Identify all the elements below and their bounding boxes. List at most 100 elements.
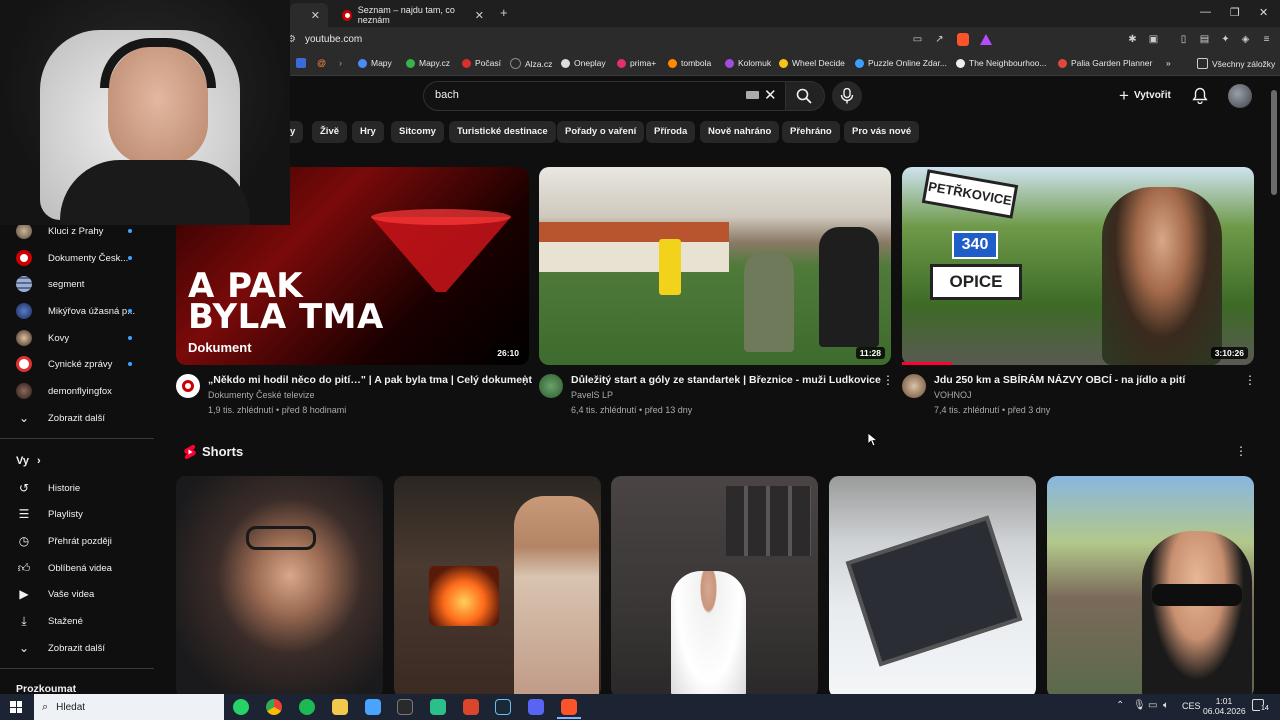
search-button[interactable] (785, 81, 825, 111)
bookmark-palia[interactable]: Palia Garden Planner (1058, 58, 1152, 68)
windows-start-icon[interactable] (10, 701, 22, 713)
close-window-icon[interactable]: ✕ (1259, 6, 1268, 19)
video-title[interactable]: „Někdo mi hodil něco do pití…" | A pak b… (208, 374, 532, 386)
microphone-icon[interactable]: 🎙︎ (1133, 700, 1146, 711)
sidebar-subscription[interactable]: segment (0, 271, 154, 297)
tab-seznam[interactable]: Seznam – najdu tam, co neznám ✕ (332, 3, 492, 27)
sidebar-subscription[interactable]: Kovy (0, 325, 154, 351)
short-thumbnail[interactable] (1047, 476, 1254, 698)
new-tab-button[interactable]: + (500, 5, 508, 20)
discord-icon[interactable] (528, 699, 544, 715)
more-actions-icon[interactable]: ⋮ (1244, 373, 1256, 387)
account-avatar[interactable] (1228, 84, 1252, 108)
tab-youtube[interactable]: ✕ (290, 3, 328, 27)
sidebar-item-your-videos[interactable]: ▶ Vaše videa (0, 581, 154, 607)
bookmark-tombola[interactable]: tombola (668, 58, 711, 68)
bookmark-icon[interactable]: › (339, 58, 342, 68)
short-thumbnail[interactable] (176, 476, 383, 698)
search-input[interactable]: bach ✕ (423, 81, 786, 111)
brave-rewards-icon[interactable] (980, 34, 992, 45)
bookmark-oneplay[interactable]: Oneplay (561, 58, 606, 68)
more-actions-icon[interactable]: ⋮ (519, 373, 531, 387)
all-bookmarks-button[interactable]: Všechny záložky (1197, 58, 1275, 69)
short-thumbnail[interactable] (611, 476, 818, 698)
video-title[interactable]: Důležitý start a góly ze standartek | Bř… (571, 374, 881, 386)
share-icon[interactable]: ↗ (934, 34, 945, 45)
spotify-icon[interactable] (299, 699, 315, 715)
create-button[interactable]: + Vytvořit (1119, 84, 1171, 106)
app-icon[interactable] (365, 699, 381, 715)
cast-icon[interactable]: ▭ (912, 34, 923, 45)
clear-search-icon[interactable]: ✕ (764, 86, 777, 104)
language-indicator[interactable]: CES (1182, 701, 1201, 711)
brave-shield-icon[interactable] (957, 33, 969, 46)
chrome-icon[interactable] (266, 699, 282, 715)
bookmark-pocasi[interactable]: Počasí (462, 58, 501, 68)
app-icon[interactable] (463, 699, 479, 715)
video-thumbnail[interactable]: 11:28 (539, 167, 891, 365)
bookmark-mapy-cz[interactable]: Mapy.cz (406, 58, 450, 68)
chip-turisticke-destinace[interactable]: Turistické destinace (449, 121, 556, 143)
sidebar-subscription[interactable]: demonflyingfox (0, 378, 154, 404)
network-icon[interactable]: ▭ (1148, 700, 1157, 711)
chip-hry[interactable]: Hry (352, 121, 384, 143)
sidebar-item-historie[interactable]: ↺ Historie (0, 475, 154, 501)
channel-avatar[interactable] (176, 374, 200, 398)
voice-search-button[interactable] (832, 81, 862, 111)
sidebar-subscription[interactable]: Cynické zprávy (0, 351, 154, 377)
video-thumbnail[interactable]: PETŘKOVICE 340 OPICE 3:10:26 (902, 167, 1254, 365)
vpn-icon[interactable]: ◈ (1240, 34, 1251, 45)
bookmark-mapy[interactable]: Mapy (358, 58, 392, 68)
tray-chevron-icon[interactable]: ⌃ (1116, 700, 1124, 711)
wallet-icon[interactable]: ▤ (1199, 34, 1210, 45)
bookmark-wheel-decide[interactable]: Wheel Decide (779, 58, 845, 68)
sidebar-item-downloads[interactable]: ⤓ Stažené (0, 608, 154, 634)
chip-sitcomy[interactable]: Sitcomy (391, 121, 444, 143)
channel-avatar[interactable] (539, 374, 563, 398)
volume-icon[interactable]: 🔈︎ (1163, 700, 1169, 711)
leo-ai-icon[interactable]: ✦ (1220, 34, 1231, 45)
shorts-more-icon[interactable]: ⋮ (1235, 444, 1247, 458)
url-field[interactable]: youtube.com (305, 34, 362, 45)
file-explorer-icon[interactable] (332, 699, 348, 715)
extensions-icon[interactable]: ✱ (1127, 34, 1138, 45)
channel-avatar[interactable] (902, 374, 926, 398)
close-tab-icon[interactable]: ✕ (311, 9, 320, 22)
chip-prehrano[interactable]: Přehráno (782, 121, 840, 143)
chip-pro-vas-nove[interactable]: Pro vás nové (844, 121, 920, 143)
bookmark-alza[interactable]: Alza.cz (510, 58, 552, 69)
whatsapp-icon[interactable] (233, 699, 249, 715)
bookmark-icon[interactable]: @ (317, 58, 326, 68)
chip-zive[interactable]: Živě (312, 121, 348, 143)
page-scrollbar-thumb[interactable] (1271, 90, 1277, 195)
keyboard-icon[interactable] (746, 91, 759, 99)
menu-icon[interactable]: ≡ (1261, 34, 1272, 45)
video-title[interactable]: Jdu 250 km a SBÍRÁM NÁZVY OBCÍ - na jídl… (934, 374, 1185, 386)
sidebar-item-liked-videos[interactable]: 👍︎ Oblíbená videa (0, 555, 154, 581)
video-channel[interactable]: Dokumenty České televize (208, 390, 315, 400)
short-thumbnail[interactable] (829, 476, 1036, 698)
bookmark-icon[interactable] (296, 58, 306, 68)
sidebar-subscription[interactable]: Mikýřova úžasná p... (0, 298, 154, 324)
app-icon[interactable] (430, 699, 446, 715)
chip-porady-o-vareni[interactable]: Pořady o vaření (557, 121, 645, 143)
close-tab-icon[interactable]: ✕ (475, 9, 484, 22)
bookmark-kolomuk[interactable]: Kolomuk (725, 58, 771, 68)
tab-search-icon[interactable]: ▣ (1148, 34, 1159, 45)
sidebar-section-you[interactable]: Vy › (0, 448, 154, 474)
bookmark-prima[interactable]: prima+ (617, 58, 656, 68)
brave-icon[interactable] (561, 699, 577, 715)
sidebar-show-more-subscriptions[interactable]: ⌄ Zobrazit další (0, 405, 154, 431)
more-actions-icon[interactable]: ⋮ (882, 373, 894, 387)
clock[interactable]: 1:01 06.04.2026 (1203, 696, 1246, 716)
video-channel[interactable]: VOHNOJ (934, 390, 972, 400)
short-thumbnail[interactable] (394, 476, 601, 698)
bookmark-puzzle[interactable]: Puzzle Online Zdar... (855, 58, 947, 68)
app-icon[interactable] (397, 699, 413, 715)
sidebar-item-watch-later[interactable]: ◷ Přehrát později (0, 528, 154, 554)
maximize-icon[interactable]: ❐ (1230, 6, 1240, 19)
taskbar-search-input[interactable]: ⌕ Hledat (34, 694, 224, 720)
sidebar-item-playlisty[interactable]: ☰ Playlisty (0, 501, 154, 527)
sidebar-icon[interactable]: ▯ (1178, 34, 1189, 45)
chip-priroda[interactable]: Příroda (646, 121, 696, 143)
